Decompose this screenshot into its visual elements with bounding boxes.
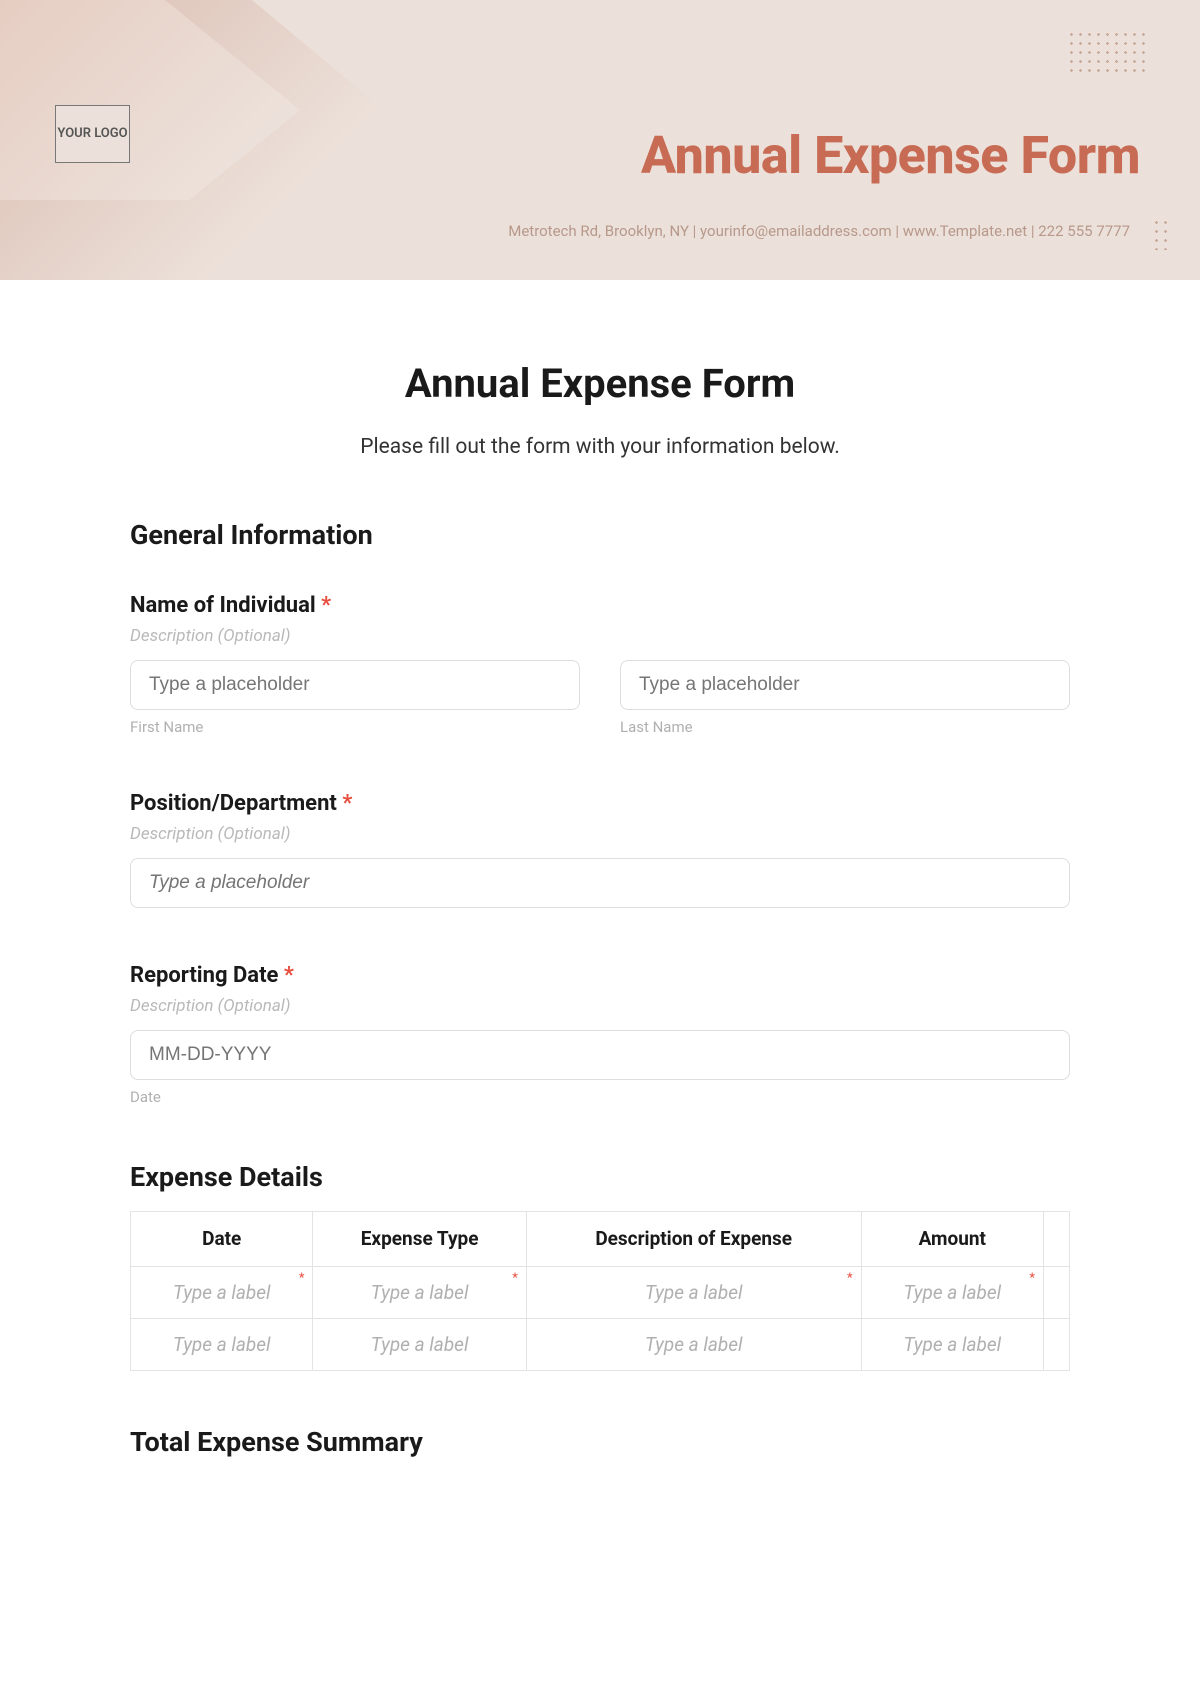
col-expense-type: Expense Type xyxy=(313,1212,526,1267)
field-label: Position/Department * xyxy=(130,791,1070,816)
cell-amount[interactable]: Type a label* xyxy=(861,1266,1043,1318)
expense-details-table: Date Expense Type Description of Expense… xyxy=(130,1211,1070,1371)
cell-type[interactable]: Type a label* xyxy=(313,1266,526,1318)
field-position-department: Position/Department * Description (Optio… xyxy=(130,791,1070,908)
label-text: Position/Department xyxy=(130,791,337,816)
required-mark: * xyxy=(321,593,331,618)
last-name-input[interactable] xyxy=(620,660,1070,710)
label-text: Reporting Date xyxy=(130,963,278,988)
section-heading-general: General Information xyxy=(130,519,1070,551)
cell-extra xyxy=(1044,1318,1070,1370)
cell-desc[interactable]: Type a label* xyxy=(526,1266,861,1318)
position-input[interactable] xyxy=(130,858,1070,908)
last-name-sublabel: Last Name xyxy=(620,718,1070,736)
required-mark: * xyxy=(1029,1271,1035,1286)
section-heading-summary: Total Expense Summary xyxy=(130,1426,1070,1458)
required-mark: * xyxy=(847,1271,853,1286)
header-banner: YOUR LOGO Annual Expense Form Metrotech … xyxy=(0,0,1200,280)
first-name-sublabel: First Name xyxy=(130,718,580,736)
decorative-dots-icon xyxy=(1067,30,1145,72)
label-text: Name of Individual xyxy=(130,593,316,618)
form-title: Annual Expense Form xyxy=(130,360,1070,407)
col-extra xyxy=(1044,1212,1070,1267)
form-subtitle: Please fill out the form with your infor… xyxy=(130,435,1070,459)
table-header-row: Date Expense Type Description of Expense… xyxy=(131,1212,1070,1267)
cell-desc[interactable]: Type a label xyxy=(526,1318,861,1370)
cell-extra xyxy=(1044,1266,1070,1318)
form-body: Annual Expense Form Please fill out the … xyxy=(0,280,1200,1458)
cell-type[interactable]: Type a label xyxy=(313,1318,526,1370)
logo-placeholder: YOUR LOGO xyxy=(55,105,130,163)
field-reporting-date: Reporting Date * Description (Optional) … xyxy=(130,963,1070,1106)
col-date: Date xyxy=(131,1212,313,1267)
decorative-dots-icon xyxy=(1152,218,1172,250)
required-mark: * xyxy=(299,1271,305,1286)
required-mark: * xyxy=(512,1271,518,1286)
field-label: Name of Individual * xyxy=(130,593,1070,618)
field-description: Description (Optional) xyxy=(130,824,1070,844)
col-amount: Amount xyxy=(861,1212,1043,1267)
cell-amount[interactable]: Type a label xyxy=(861,1318,1043,1370)
cell-date[interactable]: Type a label xyxy=(131,1318,313,1370)
banner-contact-line: Metrotech Rd, Brooklyn, NY | yourinfo@em… xyxy=(508,222,1130,240)
banner-title: Annual Expense Form xyxy=(641,125,1140,186)
first-name-input[interactable] xyxy=(130,660,580,710)
table-row[interactable]: Type a label* Type a label* Type a label… xyxy=(131,1266,1070,1318)
field-label: Reporting Date * xyxy=(130,963,1070,988)
field-name-of-individual: Name of Individual * Description (Option… xyxy=(130,593,1070,736)
field-description: Description (Optional) xyxy=(130,996,1070,1016)
date-sublabel: Date xyxy=(130,1088,1070,1106)
required-mark: * xyxy=(342,791,352,816)
required-mark: * xyxy=(284,963,294,988)
section-heading-expense-details: Expense Details xyxy=(130,1161,1070,1193)
table-row[interactable]: Type a label Type a label Type a label T… xyxy=(131,1318,1070,1370)
col-description: Description of Expense xyxy=(526,1212,861,1267)
cell-date[interactable]: Type a label* xyxy=(131,1266,313,1318)
reporting-date-input[interactable] xyxy=(130,1030,1070,1080)
field-description: Description (Optional) xyxy=(130,626,1070,646)
